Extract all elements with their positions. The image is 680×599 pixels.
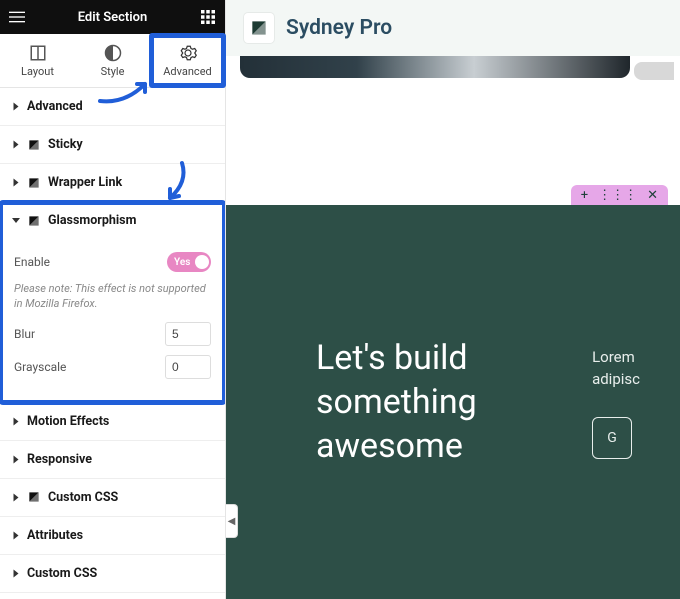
drag-handle-icon[interactable]: ⋮⋮⋮ bbox=[598, 188, 637, 203]
sydney-logo-icon bbox=[27, 138, 41, 152]
field-enable: Enable Yes bbox=[14, 252, 211, 272]
section-motion-effects[interactable]: Motion Effects bbox=[0, 403, 225, 440]
preview-canvas: Sydney Pro + ⋮⋮⋮ ✕ Let's build something… bbox=[226, 0, 680, 599]
apps-grid-icon[interactable] bbox=[191, 0, 225, 34]
hero-title[interactable]: Let's build something awesome bbox=[316, 336, 532, 469]
tab-label: Layout bbox=[21, 65, 54, 78]
tab-style[interactable]: Style bbox=[75, 34, 150, 87]
section-wrapper-link[interactable]: Wrapper Link bbox=[0, 164, 225, 201]
hero-cta-button[interactable]: G bbox=[592, 417, 632, 459]
section-edit-handles[interactable]: + ⋮⋮⋮ ✕ bbox=[571, 185, 668, 205]
site-logo[interactable] bbox=[244, 13, 274, 43]
tab-advanced[interactable]: Advanced bbox=[150, 34, 225, 87]
section-label: Wrapper Link bbox=[48, 175, 122, 190]
glassmorphism-body: Enable Yes Please note: This effect is n… bbox=[0, 239, 225, 402]
field-label: Enable bbox=[14, 255, 50, 269]
section-label: Custom CSS bbox=[48, 490, 118, 505]
field-grayscale: Grayscale bbox=[14, 355, 211, 379]
field-label: Blur bbox=[14, 327, 35, 341]
blur-input[interactable] bbox=[165, 322, 211, 346]
section-label: Advanced bbox=[27, 99, 83, 114]
caret-icon bbox=[14, 141, 19, 149]
section-glassmorphism[interactable]: Glassmorphism bbox=[0, 202, 225, 239]
caret-icon bbox=[14, 417, 19, 425]
hamburger-icon[interactable] bbox=[0, 0, 34, 34]
section-label: Sticky bbox=[48, 137, 83, 152]
section-responsive[interactable]: Responsive bbox=[0, 441, 225, 478]
caret-icon bbox=[14, 531, 19, 539]
decorative-chip bbox=[634, 62, 674, 80]
section-advanced[interactable]: Advanced bbox=[0, 88, 225, 125]
editor-tabs: Layout Style Advanced bbox=[0, 34, 225, 88]
section-attributes[interactable]: Attributes bbox=[0, 517, 225, 554]
sydney-logo-icon bbox=[27, 176, 41, 190]
sections-list: Advanced Sticky Wrapper Link Glassmorphi… bbox=[0, 88, 225, 599]
field-label: Grayscale bbox=[14, 360, 66, 374]
section-label: Custom CSS bbox=[27, 566, 97, 581]
caret-icon bbox=[14, 455, 19, 463]
sidebar-header: Edit Section bbox=[0, 0, 225, 34]
section-label: Motion Effects bbox=[27, 414, 109, 429]
section-label: Attributes bbox=[27, 528, 83, 543]
close-section-icon[interactable]: ✕ bbox=[647, 188, 658, 203]
hero-image-strip bbox=[240, 56, 630, 78]
editing-section[interactable]: + ⋮⋮⋮ ✕ Let's build something awesome Lo… bbox=[226, 205, 680, 599]
section-custom-css-2[interactable]: Custom CSS bbox=[0, 555, 225, 592]
section-label: Glassmorphism bbox=[48, 213, 136, 228]
toggle-knob bbox=[195, 255, 209, 269]
tab-label: Style bbox=[101, 65, 125, 78]
section-label: Responsive bbox=[27, 452, 92, 467]
caret-icon bbox=[12, 218, 20, 223]
add-section-icon[interactable]: + bbox=[581, 188, 588, 203]
hero-paragraph[interactable]: Lorem adipisc bbox=[592, 346, 640, 391]
firefox-note: Please note: This effect is not supporte… bbox=[14, 281, 211, 312]
hero-block: Let's build something awesome Lorem adip… bbox=[226, 205, 680, 599]
enable-toggle[interactable]: Yes bbox=[167, 252, 211, 272]
sydney-logo-icon bbox=[27, 214, 41, 228]
toggle-value: Yes bbox=[174, 257, 190, 268]
sidebar-title: Edit Section bbox=[34, 10, 191, 25]
field-blur: Blur bbox=[14, 322, 211, 346]
section-sticky[interactable]: Sticky bbox=[0, 126, 225, 163]
section-glassmorphism-highlighted: Glassmorphism Enable Yes Please note: Th… bbox=[0, 202, 225, 403]
sydney-logo-icon bbox=[27, 490, 41, 504]
tab-layout[interactable]: Layout bbox=[0, 34, 75, 87]
tab-label: Advanced bbox=[163, 65, 211, 78]
site-brand[interactable]: Sydney Pro bbox=[286, 16, 392, 40]
caret-icon bbox=[14, 103, 19, 111]
collapse-sidebar-handle[interactable]: ◀ bbox=[226, 504, 238, 538]
site-topbar: Sydney Pro bbox=[226, 0, 680, 56]
caret-icon bbox=[14, 569, 19, 577]
caret-icon bbox=[14, 179, 19, 187]
section-custom-css[interactable]: Custom CSS bbox=[0, 479, 225, 516]
grayscale-input[interactable] bbox=[165, 355, 211, 379]
caret-icon bbox=[14, 493, 19, 501]
editor-sidebar: Edit Section Layout Style Advanced Advan… bbox=[0, 0, 226, 599]
